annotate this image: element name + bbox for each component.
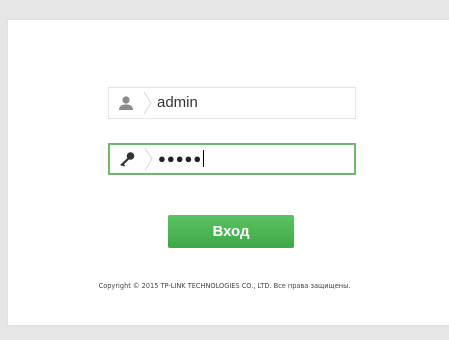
password-field[interactable]: ●●●●● bbox=[108, 143, 356, 175]
field-separator bbox=[143, 91, 152, 115]
login-panel: admin ●●●●● Вход bbox=[8, 20, 449, 325]
username-field[interactable]: admin bbox=[108, 87, 356, 119]
copyright-text: Copyright © 2015 TP-LINK TECHNOLOGIES CO… bbox=[98, 282, 351, 290]
text-caret bbox=[203, 150, 205, 168]
login-button[interactable]: Вход bbox=[168, 215, 294, 248]
key-icon bbox=[110, 145, 146, 173]
username-value[interactable]: admin bbox=[157, 88, 198, 118]
login-page: admin ●●●●● Вход Copyright © 2015 TP-LIN… bbox=[0, 0, 449, 340]
field-separator bbox=[144, 147, 153, 171]
user-icon bbox=[109, 88, 145, 118]
password-value[interactable]: ●●●●● bbox=[158, 145, 205, 173]
password-mask: ●●●●● bbox=[158, 151, 203, 166]
